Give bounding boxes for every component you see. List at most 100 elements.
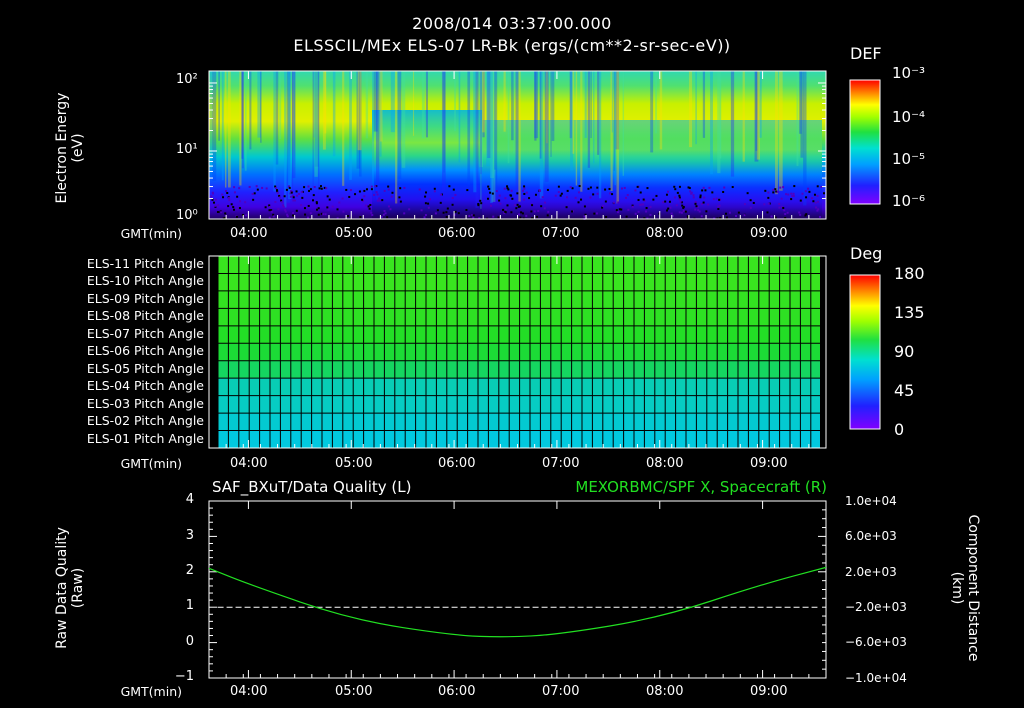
spectrogram-noise-dot — [520, 211, 523, 214]
spectrogram-noise-dot — [823, 192, 826, 195]
spectrogram-noise-dot — [580, 198, 583, 201]
line-time-tick-0400: 04:00 — [230, 684, 268, 699]
spectrogram-noise-dot — [445, 215, 448, 218]
spectrogram-noise-dot — [589, 186, 592, 189]
spectrogram-noise-dot — [350, 189, 353, 192]
spectrogram-noise-dot — [255, 185, 258, 188]
spectrogram-streak — [534, 71, 539, 139]
spectrogram-noise-dot — [233, 191, 236, 194]
spectrogram-noise-dot — [274, 187, 277, 190]
spectrogram-noise-dot — [620, 187, 623, 190]
spectrogram-streak — [584, 71, 587, 138]
spectrogram-noise-dot — [784, 213, 787, 216]
pitch-row-label: ELS-09 Pitch Angle — [86, 290, 204, 306]
spectrogram-noise-dot — [433, 187, 436, 190]
spectrogram-noise-dot — [816, 185, 819, 188]
def-cb-tick-0: 10⁻³ — [892, 64, 926, 82]
spectrogram-streak — [659, 71, 663, 150]
spectrogram-noise-dot — [701, 189, 704, 192]
spectrogram-streak — [379, 71, 383, 142]
def-colorbar-title: DEF — [850, 44, 882, 63]
spectrogram-noise-dot — [387, 185, 390, 188]
pitch-angle-row-els-11 — [218, 256, 820, 274]
spectrogram-noise-dot — [252, 198, 255, 201]
spectrogram-noise-dot — [814, 201, 817, 204]
spectrogram-noise-dot — [557, 191, 560, 194]
spectrogram-noise-dot — [276, 189, 279, 192]
spectrogram-noise-dot — [238, 207, 241, 210]
spectrogram-noise-dot — [217, 204, 220, 207]
spectrogram-noise-dot — [324, 213, 327, 216]
spectrogram-streak — [800, 71, 804, 158]
spectrogram-streak — [221, 71, 224, 181]
energy-time-tick-0900: 09:00 — [750, 226, 788, 241]
energy-time-tick-0500: 05:00 — [335, 226, 373, 241]
spectrogram-noise-dot — [808, 190, 811, 193]
spectrogram-streak — [275, 71, 279, 165]
spectrogram-noise-dot — [491, 192, 494, 195]
spectrogram-noise-dot — [495, 190, 498, 193]
spectrogram-noise-dot — [235, 215, 238, 218]
spectrogram-noise-dot — [457, 212, 460, 215]
component-distance-y-label: Component Distance (km) — [949, 493, 981, 683]
spectrogram-noise-dot — [546, 214, 549, 217]
spectrogram-streak — [688, 71, 693, 148]
spectrogram-noise-dot — [244, 201, 247, 204]
pitch-x-label: GMT(min) — [120, 456, 182, 471]
spectrogram-noise-dot — [705, 210, 708, 213]
spectrogram-noise-dot — [270, 210, 273, 213]
spectrogram-noise-dot — [772, 191, 775, 194]
spectrogram-noise-dot — [384, 212, 387, 215]
def-cb-tick-2: 10⁻⁵ — [892, 150, 926, 168]
spectrogram-noise-dot — [487, 197, 490, 200]
spectrogram-noise-dot — [776, 190, 779, 193]
spectrogram-noise-dot — [368, 207, 371, 210]
spectrogram-noise-dot — [427, 202, 430, 205]
spectrogram-streak — [249, 71, 252, 150]
spectrogram-noise-dot — [300, 204, 303, 207]
spectrogram-noise-dot — [272, 215, 275, 218]
spectrogram-noise-dot — [678, 198, 681, 201]
spectrogram-noise-dot — [504, 208, 507, 211]
spectrogram-noise-dot — [326, 206, 329, 209]
spectrogram-noise-dot — [613, 201, 616, 204]
spectrogram-streak — [357, 71, 362, 151]
spectrogram-noise-dot — [813, 193, 816, 196]
spectrogram-noise-dot — [383, 209, 386, 212]
spectrogram-streak — [593, 71, 595, 164]
spectrogram-noise-dot — [487, 185, 490, 188]
spectrogram-noise-dot — [297, 193, 300, 196]
spectrogram-noise-dot — [521, 189, 524, 192]
spectrogram-noise-dot — [428, 198, 431, 201]
spectrogram-noise-dot — [675, 204, 678, 207]
spectrogram-noise-dot — [498, 194, 501, 197]
spectrogram-noise-dot — [665, 193, 668, 196]
spectrogram-noise-dot — [386, 216, 389, 219]
spectrogram-noise-dot — [779, 186, 782, 189]
spectrogram-noise-dot — [363, 189, 366, 192]
spectrogram-noise-dot — [799, 213, 802, 216]
spectrogram-noise-dot — [639, 191, 642, 194]
spectrogram-noise-dot — [815, 206, 818, 209]
spectrogram-noise-dot — [488, 187, 491, 190]
pitch-time-tick-0900: 09:00 — [750, 456, 788, 471]
spectrogram-streak — [239, 71, 242, 186]
spectrogram-noise-dot — [725, 216, 728, 219]
spectrogram-noise-dot — [268, 206, 271, 209]
spectrogram-noise-dot — [694, 201, 697, 204]
spectrogram-noise-dot — [292, 214, 295, 217]
spectrogram-noise-dot — [596, 192, 599, 195]
spectrogram-streak — [539, 71, 542, 159]
line-time-tick-0800: 08:00 — [646, 684, 684, 699]
spectrogram-noise-dot — [780, 197, 783, 200]
spectrogram-streak — [314, 71, 318, 177]
spectrogram-noise-dot — [525, 214, 528, 217]
spectrogram-noise-dot — [674, 196, 677, 199]
line-plot-left-title: SAF_BXuT/Data Quality (L) — [212, 478, 412, 496]
component-distance-y-label-line2: (km) — [949, 571, 965, 605]
spectrogram-streak — [480, 71, 482, 209]
left-ytick-1: 1 — [185, 598, 194, 613]
spectrogram-noise-dot — [445, 211, 448, 214]
header-datetime: 2008/014 03:37:00.000 — [412, 14, 612, 33]
spectrogram-noise-dot — [327, 208, 330, 211]
